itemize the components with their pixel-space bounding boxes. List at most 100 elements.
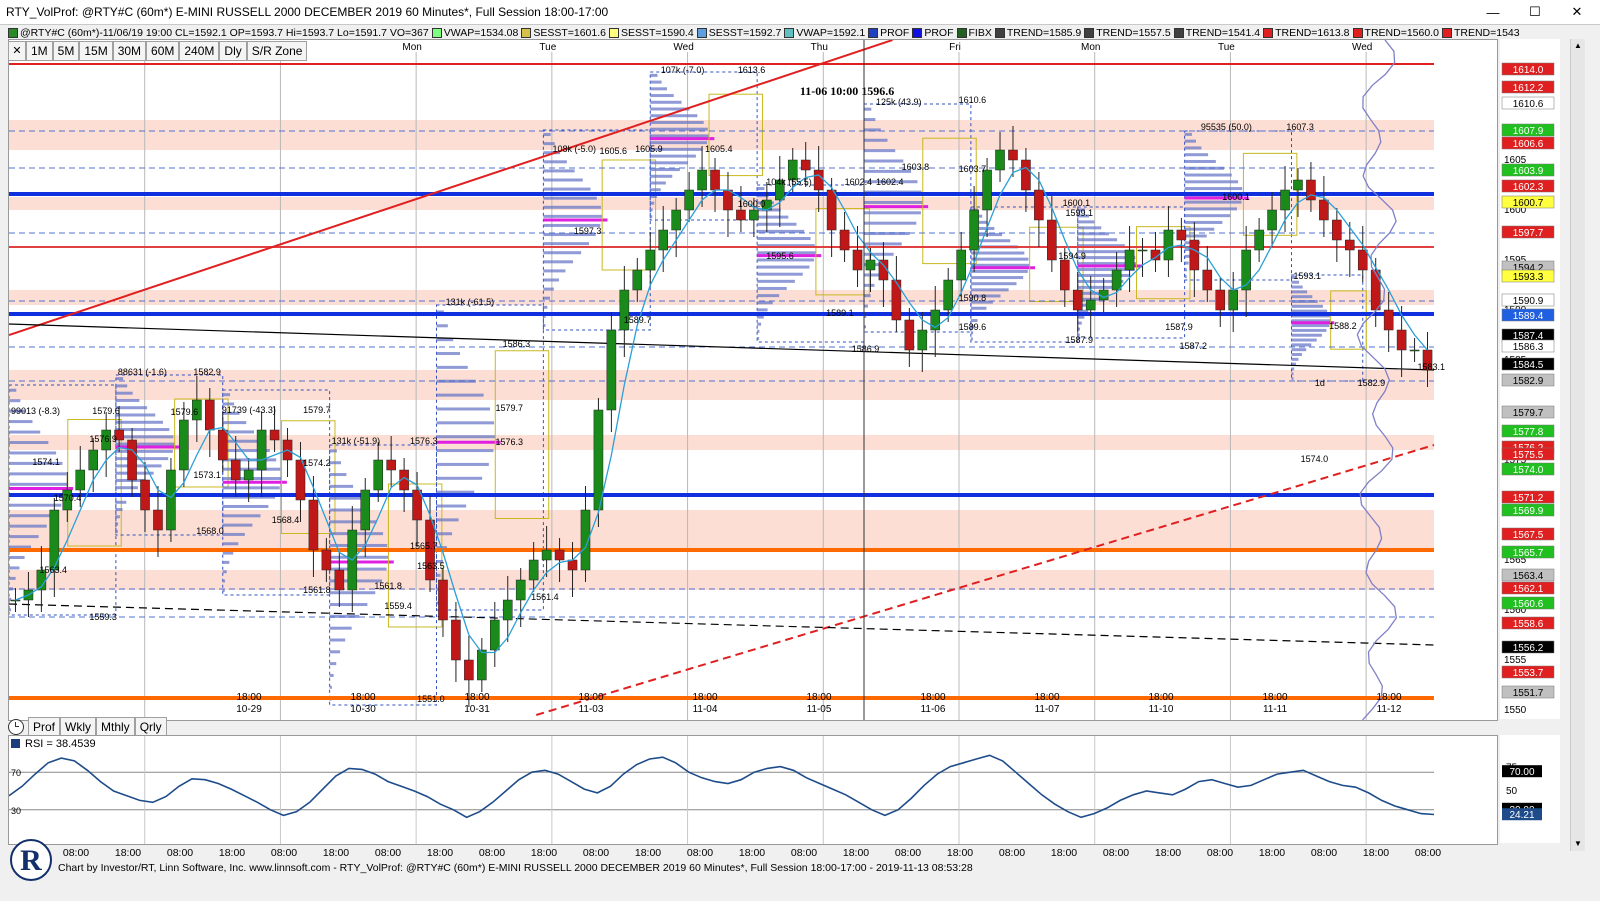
interval-toolbar: ✕ 1M 5M 15M 30M 60M 240M Dly S/R Zone	[8, 41, 308, 61]
price-chart-canvas[interactable]: ThuFriMonTueWedThuFriMonTueWed99013 (-8.…	[8, 39, 1497, 721]
price-tag-label: 1607.9	[1513, 126, 1544, 137]
interval-button[interactable]: 30M	[112, 41, 147, 61]
price-tag-label: 1606.6	[1513, 139, 1544, 150]
volume-profile-bar	[650, 161, 688, 165]
interval-button[interactable]: Dly	[219, 41, 247, 61]
candle-body	[1345, 239, 1355, 251]
volume-profile-bar	[115, 449, 173, 453]
legend-item[interactable]: PROF	[912, 27, 955, 39]
profile-label: 95535 (50.0)	[1201, 122, 1252, 132]
legend-item[interactable]: TREND=1560.0	[1352, 26, 1441, 39]
maximize-button[interactable]: ☐	[1514, 0, 1556, 24]
legend-swatch-icon	[696, 27, 707, 38]
price-chart[interactable]: ThuFriMonTueWedThuFriMonTueWed99013 (-8.…	[8, 39, 1498, 721]
clock-icon[interactable]	[8, 719, 24, 735]
legend-label: TREND=1541.4	[1185, 26, 1261, 39]
price-tag-label: 1586.3	[1513, 342, 1544, 353]
rsi-swatch-icon	[11, 739, 20, 748]
profile-label: 1595.6	[766, 251, 794, 261]
legend-item[interactable]: VWAP=1592.1	[784, 27, 867, 39]
price-tag-label: 1567.5	[1513, 530, 1544, 541]
profile-label: 107k (-7.0)	[661, 65, 705, 75]
volume-profile-bar	[1291, 285, 1303, 289]
time-tick-label: 08:00	[167, 847, 193, 859]
legend-label: TREND=1560.0	[1364, 26, 1439, 39]
profile-label: 1587.9	[1066, 335, 1094, 345]
time-tick-label: 08:00	[1207, 847, 1233, 859]
volume-profile-bar	[757, 229, 805, 233]
volume-profile-bar	[329, 662, 337, 666]
volume-profile-bar	[222, 532, 245, 536]
profile-label: 1613.6	[738, 65, 766, 75]
legend-swatch-icon	[1263, 27, 1274, 38]
legend-item[interactable]: TREND=1557.5	[1084, 27, 1172, 39]
interval-button[interactable]: 1M	[26, 41, 53, 61]
volume-profile-bar	[757, 301, 773, 305]
profile-period-tab[interactable]: Wkly	[60, 717, 97, 737]
volume-profile-bar	[1184, 207, 1237, 211]
profile-period-tab[interactable]: Mthly	[96, 717, 135, 737]
time-tick-label: 08:00	[271, 847, 297, 859]
legend-item[interactable]: TREND=1543	[1441, 27, 1522, 39]
volume-profile-bar	[436, 421, 495, 425]
volume-profile-bar	[543, 178, 583, 182]
candle-body	[567, 559, 578, 571]
session-time-label: 18:00	[1376, 692, 1401, 703]
legend-item[interactable]: PROF	[868, 27, 911, 39]
interval-button[interactable]: 60M	[146, 41, 180, 61]
legend-item[interactable]: TREND=1613.8	[1263, 27, 1351, 39]
profile-period-tab[interactable]: Qrly	[134, 717, 167, 737]
interval-button[interactable]: 15M	[79, 41, 113, 61]
legend-item[interactable]: TREND=1585.9	[994, 27, 1083, 39]
volume-profile-bar	[543, 133, 551, 137]
volume-profile-bar	[9, 420, 33, 424]
minimize-button[interactable]: —	[1472, 0, 1514, 24]
rsi-canvas: RSI = 38.4539 70 30	[8, 736, 1503, 844]
volume-profile-bar	[329, 473, 347, 477]
candle-body	[528, 559, 539, 581]
session-time-label: 18:00	[578, 692, 603, 703]
volume-profile-bar	[9, 503, 62, 507]
legend-item[interactable]: VWAP=1534.08	[431, 27, 521, 39]
legend-item[interactable]: @RTY#C (60m*)-11/06/19 19:00 CL=1592.1 O…	[8, 27, 431, 39]
vertical-scrollbar[interactable]: ▲ ▼	[1570, 39, 1585, 851]
legend-item[interactable]: TREND=1541.4	[1173, 26, 1262, 39]
legend-item[interactable]: SESST=1601.6	[521, 27, 608, 39]
session-date-label: 10-29	[236, 704, 262, 715]
profile-label: 1603.7	[959, 164, 987, 174]
rsi-axis-canvas: 757050253070.0030.0024.21	[1502, 763, 1542, 821]
volume-profile-bar	[1184, 214, 1231, 218]
interval-button[interactable]: 240M	[179, 41, 220, 61]
profile-label: 1587.9	[1165, 322, 1193, 332]
candle-body	[1008, 149, 1018, 161]
volume-profile-bar	[436, 573, 441, 577]
interval-button[interactable]: S/R Zone	[246, 41, 308, 61]
legend-item[interactable]: SESST=1590.4	[609, 27, 696, 39]
candle-body	[593, 409, 604, 511]
rsi-left-mark: 30	[11, 806, 21, 816]
volume-profile-bar	[543, 305, 548, 309]
legend-label: TREND=1613.8	[1275, 26, 1350, 39]
session-date-label: 10-30	[350, 704, 376, 715]
volume-profile-bar	[1291, 324, 1330, 328]
candle-body	[632, 269, 643, 291]
volume-profile-bar	[222, 570, 227, 574]
volume-profile-bar	[650, 181, 666, 185]
time-tick-label: 18:00	[1155, 847, 1181, 859]
rsi-pane[interactable]: RSI = 38.4539 70 30	[8, 735, 1503, 845]
volume-profile-bar	[329, 449, 337, 453]
profile-label: 1574.2	[303, 458, 331, 468]
scroll-up-icon[interactable]: ▲	[1573, 41, 1583, 51]
scroll-down-icon[interactable]: ▼	[1573, 839, 1583, 849]
interval-button[interactable]: 5M	[52, 41, 80, 61]
profile-label: 1582.9	[193, 367, 221, 377]
toolbar-close-button[interactable]: ✕	[8, 41, 26, 61]
volume-profile-bar	[9, 451, 57, 455]
profile-period-tab[interactable]: Prof	[28, 717, 61, 737]
price-axis[interactable]: 1605160015951590158515801575157015651560…	[1500, 39, 1560, 719]
close-window-button[interactable]: ✕	[1556, 0, 1598, 24]
volume-profile-bar	[329, 555, 389, 559]
legend-item[interactable]: FIBX	[956, 27, 994, 39]
volume-profile-bar	[222, 514, 261, 518]
legend-item[interactable]: SESST=1592.7	[696, 27, 784, 39]
